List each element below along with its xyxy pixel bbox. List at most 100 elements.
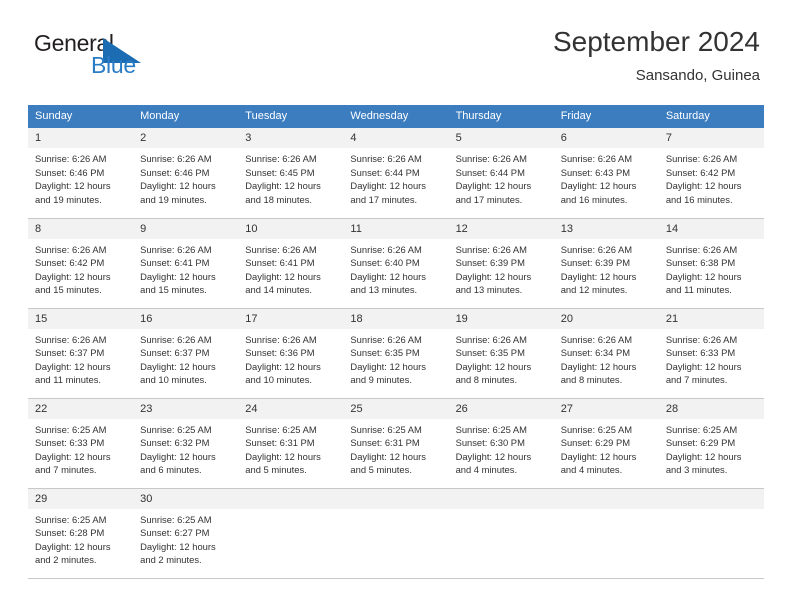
sunrise-text: Sunrise: 6:26 AM <box>560 153 633 164</box>
daylight-text-line2: and 7 minutes. <box>35 464 97 476</box>
day-details: Sunrise: 6:25 AM Sunset: 6:31 PM Dayligh… <box>343 419 448 477</box>
daylight-text-line2: and 16 minutes. <box>665 193 733 205</box>
sunset-text: Sunset: 6:38 PM <box>665 257 736 269</box>
calendar-week-row: 8 Sunrise: 6:26 AM Sunset: 6:42 PM Dayli… <box>28 218 764 309</box>
sunset-text: Sunset: 6:43 PM <box>560 166 631 178</box>
daylight-text-line1: Daylight: 12 hours <box>245 270 321 282</box>
day-number: 7 <box>658 128 764 148</box>
day-details: Sunrise: 6:26 AM Sunset: 6:39 PM Dayligh… <box>449 239 554 297</box>
day-cell[interactable]: 28 Sunrise: 6:25 AM Sunset: 6:29 PM Dayl… <box>658 398 764 489</box>
day-number: 21 <box>658 308 764 329</box>
daylight-text-line2: and 18 minutes. <box>245 193 312 205</box>
daylight-text-line1: Daylight: 12 hours <box>245 360 321 372</box>
day-cell[interactable]: 22 Sunrise: 6:25 AM Sunset: 6:33 PM Dayl… <box>28 398 134 489</box>
sunset-text: Sunset: 6:44 PM <box>350 166 420 178</box>
day-cell[interactable]: 17 Sunrise: 6:26 AM Sunset: 6:36 PM Dayl… <box>238 308 344 399</box>
day-cell[interactable]: 8 Sunrise: 6:26 AM Sunset: 6:42 PM Dayli… <box>28 218 134 309</box>
day-number: 12 <box>448 218 554 239</box>
day-details: Sunrise: 6:25 AM Sunset: 6:32 PM Dayligh… <box>133 419 238 477</box>
day-number: 30 <box>133 488 239 509</box>
day-details: Sunrise: 6:26 AM Sunset: 6:41 PM Dayligh… <box>133 239 238 297</box>
day-cell[interactable]: 16 Sunrise: 6:26 AM Sunset: 6:37 PM Dayl… <box>133 308 239 399</box>
sunset-text: Sunset: 6:42 PM <box>35 257 105 269</box>
daylight-text-line2: and 15 minutes. <box>35 284 102 296</box>
daylight-text-line2: and 5 minutes. <box>350 464 412 476</box>
daylight-text-line1: Daylight: 12 hours <box>665 450 742 462</box>
sunset-text: Sunset: 6:31 PM <box>245 437 315 449</box>
day-cell-empty <box>658 488 764 579</box>
day-cell[interactable]: 25 Sunrise: 6:25 AM Sunset: 6:31 PM Dayl… <box>343 398 449 489</box>
day-cell[interactable]: 30 Sunrise: 6:25 AM Sunset: 6:27 PM Dayl… <box>133 488 239 579</box>
day-number: 13 <box>553 218 659 239</box>
day-cell[interactable]: 2 Sunrise: 6:26 AM Sunset: 6:46 PM Dayli… <box>133 128 239 219</box>
day-cell[interactable]: 4 Sunrise: 6:26 AM Sunset: 6:44 PM Dayli… <box>343 128 449 219</box>
day-number: 10 <box>238 218 344 239</box>
daylight-text-line2: and 16 minutes. <box>560 193 628 205</box>
day-cell[interactable]: 15 Sunrise: 6:26 AM Sunset: 6:37 PM Dayl… <box>28 308 134 399</box>
sunset-text: Sunset: 6:29 PM <box>665 437 736 449</box>
day-number <box>658 488 764 509</box>
page-header: General Blue September 2024 Sansando, Gu… <box>28 24 764 98</box>
day-cell-empty <box>343 488 449 579</box>
day-cell-empty <box>553 488 659 579</box>
sunset-text: Sunset: 6:33 PM <box>665 347 736 359</box>
daylight-text-line2: and 11 minutes. <box>665 284 732 296</box>
weekday-header-wednesday: Wednesday <box>343 105 449 128</box>
day-cell[interactable]: 29 Sunrise: 6:25 AM Sunset: 6:28 PM Dayl… <box>28 488 134 579</box>
daylight-text-line2: and 7 minutes. <box>665 374 728 386</box>
day-number: 22 <box>28 398 134 419</box>
day-cell[interactable]: 12 Sunrise: 6:26 AM Sunset: 6:39 PM Dayl… <box>448 218 554 309</box>
day-number: 16 <box>133 308 239 329</box>
sunrise-text: Sunrise: 6:26 AM <box>665 333 738 345</box>
day-cell[interactable]: 18 Sunrise: 6:26 AM Sunset: 6:35 PM Dayl… <box>343 308 449 399</box>
weekday-header-thursday: Thursday <box>448 105 554 128</box>
daylight-text-line1: Daylight: 12 hours <box>560 450 637 462</box>
day-number: 23 <box>133 398 239 419</box>
daylight-text-line2: and 4 minutes. <box>455 464 518 476</box>
day-cell[interactable]: 27 Sunrise: 6:25 AM Sunset: 6:29 PM Dayl… <box>553 398 659 489</box>
sunset-text: Sunset: 6:45 PM <box>245 166 315 178</box>
page-title: September 2024 <box>552 26 760 57</box>
daylight-text-line2: and 2 minutes. <box>35 554 97 566</box>
sunrise-text: Sunrise: 6:26 AM <box>35 153 107 164</box>
day-details: Sunrise: 6:26 AM Sunset: 6:44 PM Dayligh… <box>343 148 448 206</box>
sunrise-text: Sunrise: 6:26 AM <box>350 333 422 345</box>
day-cell[interactable]: 26 Sunrise: 6:25 AM Sunset: 6:30 PM Dayl… <box>448 398 554 489</box>
day-number: 5 <box>448 128 554 148</box>
calendar-week-row: 22 Sunrise: 6:25 AM Sunset: 6:33 PM Dayl… <box>28 398 764 489</box>
day-cell[interactable]: 11 Sunrise: 6:26 AM Sunset: 6:40 PM Dayl… <box>343 218 449 309</box>
day-cell[interactable]: 19 Sunrise: 6:26 AM Sunset: 6:35 PM Dayl… <box>448 308 554 399</box>
day-cell[interactable]: 5 Sunrise: 6:26 AM Sunset: 6:44 PM Dayli… <box>448 128 554 219</box>
day-number: 26 <box>448 398 554 419</box>
day-cell[interactable]: 21 Sunrise: 6:26 AM Sunset: 6:33 PM Dayl… <box>658 308 764 399</box>
sunrise-text: Sunrise: 6:26 AM <box>245 243 317 255</box>
day-cell[interactable]: 13 Sunrise: 6:26 AM Sunset: 6:39 PM Dayl… <box>553 218 659 309</box>
day-cell[interactable]: 1 Sunrise: 6:26 AM Sunset: 6:46 PM Dayli… <box>28 128 134 219</box>
day-cell[interactable]: 6 Sunrise: 6:26 AM Sunset: 6:43 PM Dayli… <box>553 128 659 219</box>
day-number: 11 <box>343 218 449 239</box>
weekday-header-sunday: Sunday <box>28 105 134 128</box>
daylight-text-line1: Daylight: 12 hours <box>350 180 426 192</box>
day-cell[interactable]: 14 Sunrise: 6:26 AM Sunset: 6:38 PM Dayl… <box>658 218 764 309</box>
sunset-text: Sunset: 6:27 PM <box>140 527 210 539</box>
daylight-text-line2: and 10 minutes. <box>245 374 312 386</box>
day-cell[interactable]: 3 Sunrise: 6:26 AM Sunset: 6:45 PM Dayli… <box>238 128 344 219</box>
day-details: Sunrise: 6:26 AM Sunset: 6:37 PM Dayligh… <box>28 329 133 387</box>
day-number: 19 <box>448 308 554 329</box>
sunrise-text: Sunrise: 6:25 AM <box>140 513 212 525</box>
day-cell[interactable]: 10 Sunrise: 6:26 AM Sunset: 6:41 PM Dayl… <box>238 218 344 309</box>
day-details: Sunrise: 6:25 AM Sunset: 6:29 PM Dayligh… <box>554 419 659 477</box>
day-cell[interactable]: 23 Sunrise: 6:25 AM Sunset: 6:32 PM Dayl… <box>133 398 239 489</box>
day-cell[interactable]: 7 Sunrise: 6:26 AM Sunset: 6:42 PM Dayli… <box>658 128 764 219</box>
sunrise-text: Sunrise: 6:25 AM <box>455 423 527 435</box>
general-blue-logo[interactable]: General Blue <box>34 30 224 86</box>
day-number <box>448 488 554 509</box>
sunset-text: Sunset: 6:34 PM <box>560 347 631 359</box>
day-number: 14 <box>658 218 764 239</box>
day-cell[interactable]: 9 Sunrise: 6:26 AM Sunset: 6:41 PM Dayli… <box>133 218 239 309</box>
daylight-text-line2: and 8 minutes. <box>560 374 623 386</box>
daylight-text-line2: and 19 minutes. <box>35 193 102 205</box>
calendar-week-row: 29 Sunrise: 6:25 AM Sunset: 6:28 PM Dayl… <box>28 488 764 579</box>
day-cell[interactable]: 24 Sunrise: 6:25 AM Sunset: 6:31 PM Dayl… <box>238 398 344 489</box>
day-cell[interactable]: 20 Sunrise: 6:26 AM Sunset: 6:34 PM Dayl… <box>553 308 659 399</box>
